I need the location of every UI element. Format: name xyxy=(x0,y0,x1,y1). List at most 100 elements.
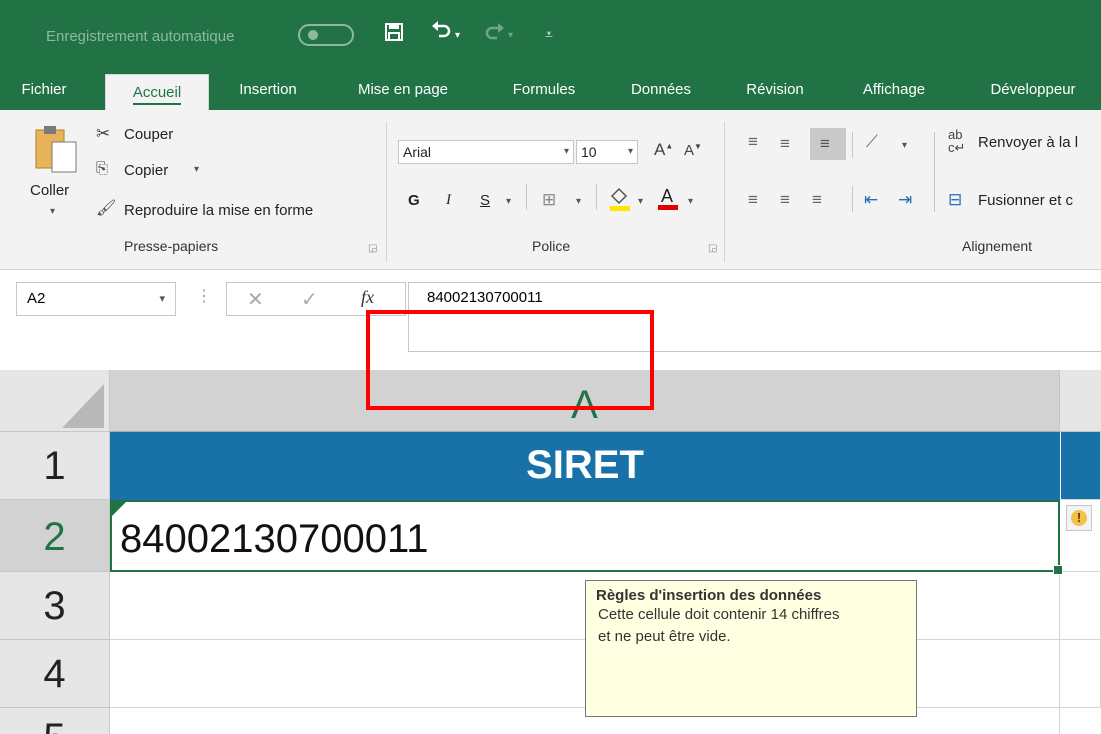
decrease-indent-icon[interactable]: ⇤ xyxy=(864,190,878,210)
divider xyxy=(852,186,853,212)
chevron-down-icon: ▾ xyxy=(563,146,569,157)
align-bottom-icon: ≡ xyxy=(820,134,830,153)
cut-icon[interactable]: ✂ xyxy=(96,124,110,144)
redo-dropdown-icon: ▾ xyxy=(508,30,514,41)
cancel-icon[interactable]: ✕ xyxy=(247,287,264,312)
alignment-group-label: Alignement xyxy=(962,238,1033,254)
undo-icon[interactable] xyxy=(430,20,452,48)
tab-revision[interactable]: Révision xyxy=(730,72,820,110)
red-highlight-box xyxy=(366,310,654,410)
cell-b4[interactable] xyxy=(1060,640,1101,708)
cell-b3[interactable] xyxy=(1060,572,1101,640)
row-header-3[interactable]: 3 xyxy=(0,572,110,640)
copy-dropdown-icon[interactable]: ▾ xyxy=(194,164,199,175)
group-separator xyxy=(724,122,725,262)
font-size-select[interactable]: 10 ▾ xyxy=(576,140,638,164)
autosave-label: Enregistrement automatique xyxy=(46,28,235,45)
merge-button[interactable]: Fusionner et c xyxy=(978,192,1073,209)
tab-developpeur[interactable]: Développeur xyxy=(972,72,1094,110)
tab-mise-en-page[interactable]: Mise en page xyxy=(340,72,466,110)
ribbon-tabs: Fichier Accueil Insertion Mise en page F… xyxy=(0,72,1101,112)
save-icon[interactable] xyxy=(384,22,404,48)
splitter-handle-icon[interactable]: ⋮ xyxy=(196,286,212,306)
row-header-1[interactable]: 1 xyxy=(0,432,110,500)
font-name-select[interactable]: Arial ▾ xyxy=(398,140,574,164)
enter-icon[interactable]: ✓ xyxy=(301,287,318,312)
font-color-dropdown-icon[interactable]: ▾ xyxy=(688,196,693,207)
fill-handle[interactable] xyxy=(1053,565,1063,575)
borders-dropdown-icon[interactable]: ▾ xyxy=(576,196,581,207)
customize-qat-icon[interactable]: ⩡ xyxy=(545,26,553,43)
select-all-corner[interactable] xyxy=(0,370,110,432)
group-separator xyxy=(386,122,387,262)
align-right-icon[interactable]: ≡ xyxy=(812,190,822,210)
borders-icon[interactable]: ⊞ xyxy=(542,190,556,210)
cell-a1[interactable]: SIRET xyxy=(110,432,1060,500)
italic-button[interactable]: I xyxy=(446,192,451,209)
align-left-icon[interactable]: ≡ xyxy=(748,190,758,210)
row-header-5[interactable]: 5 xyxy=(0,708,110,734)
fill-color-icon[interactable] xyxy=(608,186,632,217)
row-header-4[interactable]: 4 xyxy=(0,640,110,708)
underline-button[interactable]: S xyxy=(480,192,490,209)
insert-function-icon[interactable]: fx xyxy=(361,287,374,308)
copy-button[interactable]: Copier xyxy=(124,162,168,179)
tooltip-title: Règles d'insertion des données xyxy=(596,587,822,604)
error-smart-tag[interactable]: ! xyxy=(1066,505,1092,531)
warning-icon: ! xyxy=(1071,510,1087,526)
cell-a2-selected[interactable]: 84002130700011 xyxy=(110,500,1063,575)
cut-button[interactable]: Couper xyxy=(124,126,173,143)
row-header-2[interactable]: 2 xyxy=(0,500,110,572)
tooltip-line-1: Cette cellule doit contenir 14 chiffres xyxy=(598,606,840,623)
divider xyxy=(596,184,597,210)
clipboard-launcher-icon[interactable]: ◲ xyxy=(368,243,377,254)
cell-a2-value: 84002130700011 xyxy=(120,517,429,561)
bold-button[interactable]: G xyxy=(408,192,420,209)
align-center-icon[interactable]: ≡ xyxy=(780,190,790,210)
clipboard-group-label: Presse-papiers xyxy=(124,238,219,254)
divider xyxy=(526,184,527,210)
align-bottom-button[interactable]: ≡ xyxy=(810,128,846,160)
paste-dropdown-icon[interactable]: ▾ xyxy=(50,206,55,217)
tab-insertion[interactable]: Insertion xyxy=(225,72,311,110)
orientation-icon[interactable]: ⟋ xyxy=(866,132,878,152)
increase-indent-icon[interactable]: ⇥ xyxy=(898,190,912,210)
column-header-b[interactable] xyxy=(1060,370,1101,432)
toggle-knob xyxy=(308,30,318,40)
input-message-tooltip: Règles d'insertion des données Cette cel… xyxy=(585,580,917,717)
decrease-font-icon[interactable]: A▼ xyxy=(684,142,702,159)
align-middle-icon[interactable]: ≡ xyxy=(780,134,790,154)
tab-donnees[interactable]: Données xyxy=(616,72,706,110)
orientation-dropdown-icon[interactable]: ▾ xyxy=(902,140,907,151)
font-color-icon[interactable]: A xyxy=(656,184,680,217)
svg-text:A: A xyxy=(661,186,673,206)
tab-accueil[interactable]: Accueil xyxy=(105,74,209,112)
tab-fichier[interactable]: Fichier xyxy=(14,72,74,110)
error-indicator-icon xyxy=(112,502,126,516)
chevron-down-icon: ▾ xyxy=(627,146,633,157)
wrap-text-button[interactable]: Renvoyer à la l xyxy=(978,134,1078,151)
name-box[interactable]: A2 ▾ xyxy=(16,282,176,316)
increase-font-icon[interactable]: A▲ xyxy=(654,140,673,160)
ribbon: Coller ▾ ✂ Couper ⎘ Copier ▾ 🖌 Reproduir… xyxy=(0,110,1101,270)
cell-b1[interactable] xyxy=(1060,432,1101,500)
tab-formules[interactable]: Formules xyxy=(494,72,594,110)
tooltip-line-2: et ne peut être vide. xyxy=(598,628,731,645)
fill-dropdown-icon[interactable]: ▾ xyxy=(638,196,643,207)
font-launcher-icon[interactable]: ◲ xyxy=(708,243,717,254)
divider xyxy=(852,132,853,158)
wrap-text-icon[interactable]: ab c↵ xyxy=(948,128,965,154)
undo-dropdown-icon[interactable]: ▾ xyxy=(455,30,460,41)
copy-icon[interactable]: ⎘ xyxy=(96,160,108,177)
autosave-toggle[interactable] xyxy=(298,24,354,46)
format-painter-icon[interactable]: 🖌 xyxy=(96,198,116,218)
paste-icon[interactable] xyxy=(34,124,80,179)
underline-dropdown-icon[interactable]: ▾ xyxy=(506,196,511,207)
format-painter-button[interactable]: Reproduire la mise en forme xyxy=(124,202,313,219)
redo-icon xyxy=(484,22,506,49)
chevron-down-icon: ▾ xyxy=(159,293,165,305)
paste-label[interactable]: Coller xyxy=(30,182,69,199)
tab-affichage[interactable]: Affichage xyxy=(842,72,946,110)
align-top-icon[interactable]: ≡ xyxy=(748,132,758,152)
merge-icon[interactable]: ⊟ xyxy=(948,190,962,210)
